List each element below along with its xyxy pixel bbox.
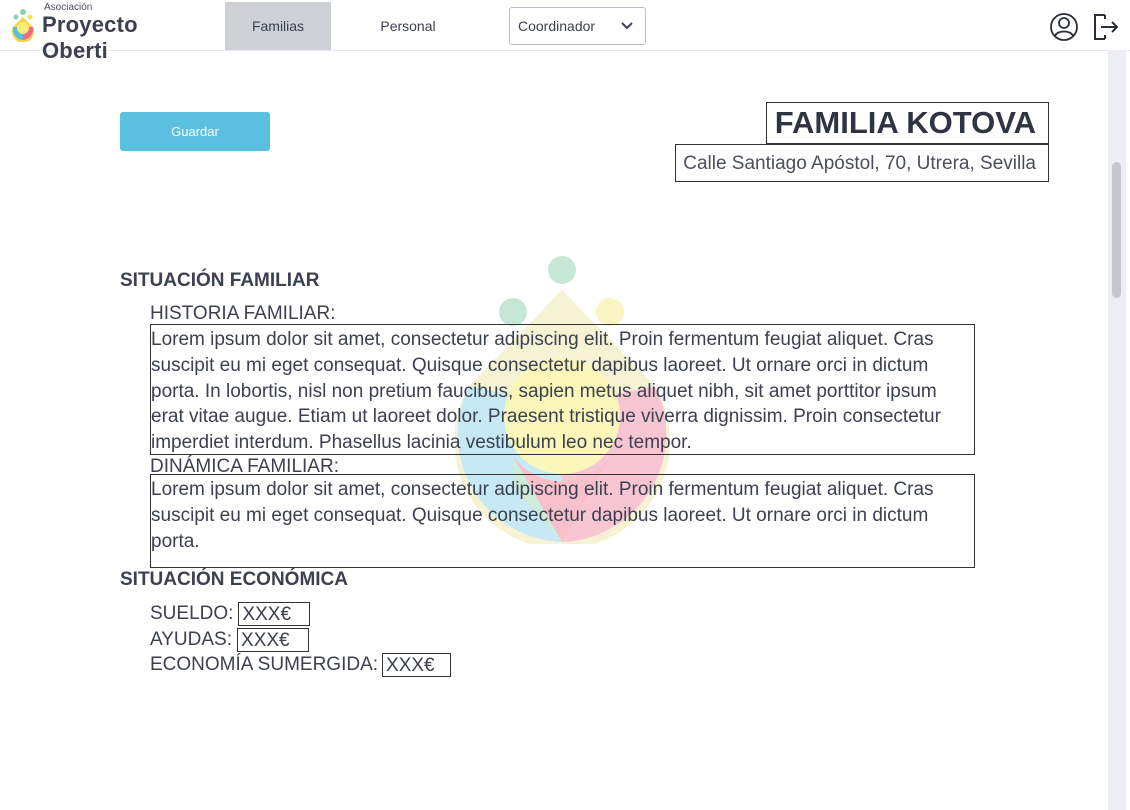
family-name-field[interactable]: FAMILIA KOTOVA	[766, 102, 1049, 144]
historia-familiar-label: HISTORIA FAMILIAR:	[150, 303, 336, 324]
ayudas-label: AYUDAS:	[150, 629, 233, 650]
dinamica-familiar-textarea[interactable]: Lorem ipsum dolor sit amet, consectetur …	[150, 474, 975, 568]
logo-mark-icon	[12, 9, 34, 42]
scrollbar-thumb[interactable]	[1112, 162, 1121, 298]
section-title-situacion-familiar: SITUACIÓN FAMILIAR	[120, 270, 320, 291]
sueldo-row: SUELDO: XXX€	[150, 601, 311, 627]
economia-sumergida-label: ECONOMÍA SUMERGIDA:	[150, 654, 379, 675]
family-address-field[interactable]: Calle Santiago Apóstol, 70, Utrera, Sevi…	[675, 144, 1049, 182]
sueldo-field[interactable]: XXX€	[238, 602, 311, 626]
user-circle-icon[interactable]	[1049, 12, 1079, 42]
tab-personal[interactable]: Personal	[355, 2, 461, 50]
tab-familias[interactable]: Familias	[225, 2, 331, 50]
role-select-value: Coordinador	[518, 18, 596, 34]
ayudas-field[interactable]: XXX€	[237, 628, 310, 652]
economia-sumergida-row: ECONOMÍA SUMERGIDA: XXX€	[150, 652, 452, 678]
economia-sumergida-field[interactable]: XXX€	[382, 653, 452, 677]
section-title-situacion-economica: SITUACIÓN ECONÓMICA	[120, 569, 348, 590]
role-select[interactable]: Coordinador	[509, 7, 646, 45]
logo[interactable]: Asociación Proyecto Oberti	[8, 2, 208, 63]
ayudas-row: AYUDAS: XXX€	[150, 627, 310, 653]
historia-familiar-textarea[interactable]: Lorem ipsum dolor sit amet, consectetur …	[150, 324, 975, 455]
logo-title: Proyecto Oberti	[42, 12, 138, 63]
sueldo-label: SUELDO:	[150, 603, 234, 624]
vertical-scrollbar[interactable]	[1108, 50, 1126, 810]
logout-icon[interactable]	[1091, 11, 1121, 43]
save-button[interactable]: Guardar	[120, 112, 270, 151]
chevron-down-icon	[621, 22, 633, 30]
top-navigation-bar: Asociación Proyecto Oberti Familias Pers…	[0, 0, 1130, 63]
